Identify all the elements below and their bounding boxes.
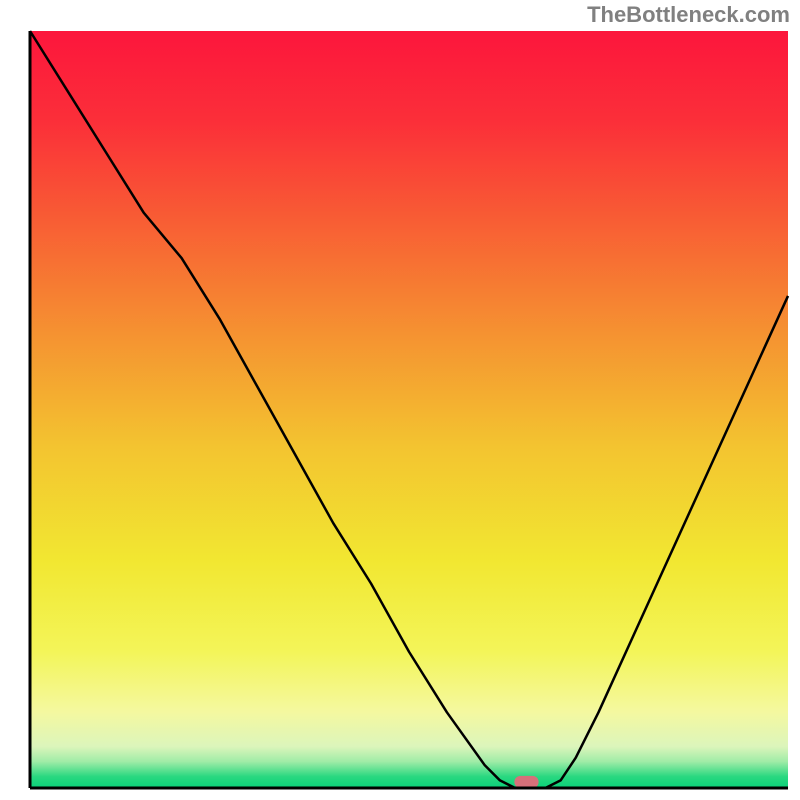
watermark-text: TheBottleneck.com xyxy=(587,2,790,28)
gradient-background xyxy=(30,31,788,788)
chart-container: TheBottleneck.com xyxy=(0,0,800,800)
optimal-point-marker xyxy=(514,776,538,788)
bottleneck-chart xyxy=(0,0,800,800)
